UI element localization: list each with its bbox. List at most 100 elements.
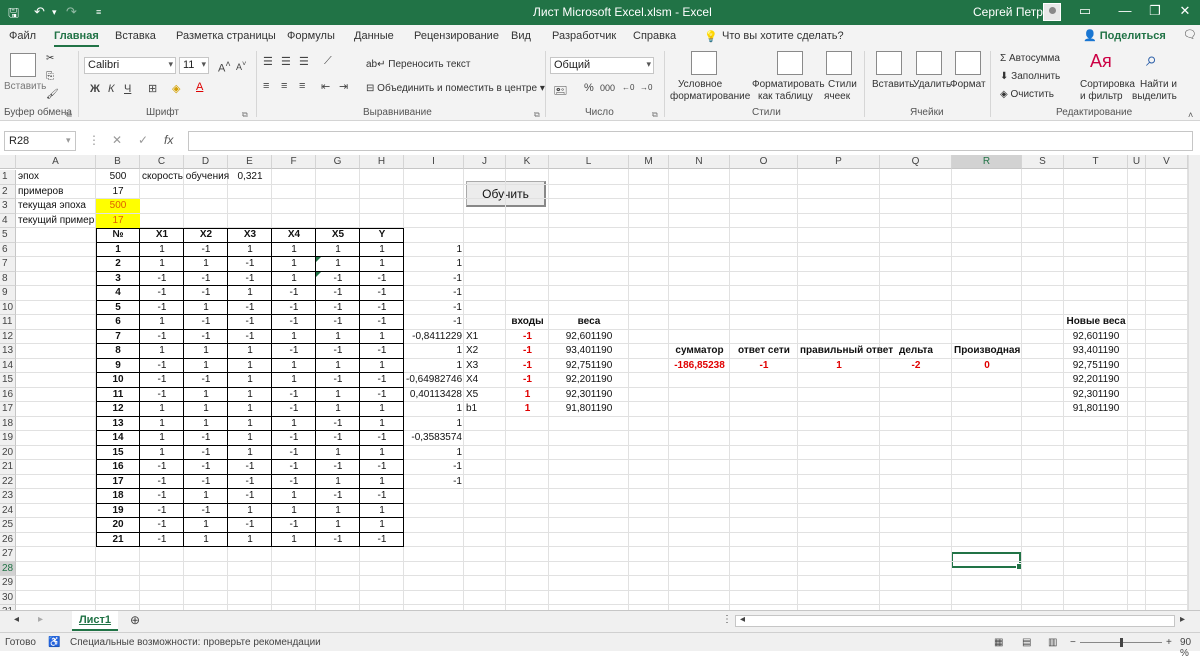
row-header-30[interactable]: 30 <box>0 590 16 605</box>
row-header-1[interactable]: 1 <box>0 170 16 185</box>
format-painter-icon[interactable]: 🖌 <box>46 89 59 100</box>
table-cell[interactable]: 1 <box>230 417 270 431</box>
column-header-j[interactable]: J <box>464 155 506 169</box>
table-cell[interactable]: 1 <box>362 402 402 416</box>
row-header-7[interactable]: 7 <box>0 257 16 272</box>
row-header-29[interactable]: 29 <box>0 576 16 591</box>
undo-dropdown-icon[interactable]: ▾ <box>52 7 57 18</box>
tab-data[interactable]: Данные <box>354 30 394 42</box>
table-cell[interactable]: 1 <box>362 330 402 344</box>
paste-icon[interactable] <box>10 53 36 77</box>
table-cell[interactable]: 1 <box>230 402 270 416</box>
table-cell[interactable]: -1 <box>230 330 270 344</box>
fill-button[interactable]: ⬇ Заполнить <box>1000 71 1060 82</box>
table-cell[interactable]: -1 <box>362 460 402 474</box>
redo-icon[interactable]: ↷ <box>66 4 77 20</box>
accessibility-icon[interactable]: ♿ <box>48 637 60 648</box>
table-cell[interactable]: 1 <box>230 431 270 445</box>
table-cell[interactable]: 1 <box>274 272 314 286</box>
column-header-n[interactable]: N <box>669 155 730 169</box>
col-i-value[interactable]: -1 <box>406 315 462 329</box>
row-header-27[interactable]: 27 <box>0 547 16 562</box>
new-weight-value[interactable]: 91,801190 <box>1066 402 1126 416</box>
table-cell[interactable]: 1 <box>274 373 314 387</box>
page-layout-view-icon[interactable]: ▤ <box>1022 637 1031 648</box>
col-i-value[interactable]: 1 <box>406 446 462 460</box>
table-cell[interactable]: -1 <box>230 518 270 532</box>
increase-font-icon[interactable]: A˄ <box>218 59 231 75</box>
table-cell[interactable]: 1 <box>274 243 314 257</box>
accessibility-status[interactable]: Специальные возможности: проверьте реком… <box>70 637 321 648</box>
delta-value[interactable]: -2 <box>882 359 950 373</box>
close-icon[interactable]: ✕ <box>1170 3 1200 19</box>
table-cell[interactable]: -1 <box>318 431 358 445</box>
copy-icon[interactable]: ⎘ <box>46 71 54 82</box>
row-header-20[interactable]: 20 <box>0 445 16 460</box>
table-cell[interactable]: 1 <box>318 257 358 271</box>
table-cell[interactable]: 15 <box>98 446 138 460</box>
table-cell[interactable]: 1 <box>318 359 358 373</box>
table-cell[interactable]: 1 <box>318 518 358 532</box>
table-cell[interactable]: -1 <box>142 272 182 286</box>
delete-cells-button[interactable]: Удалить <box>913 79 951 90</box>
new-weight-value[interactable]: 92,201190 <box>1066 373 1126 387</box>
conditional-format-label-1[interactable]: Условное <box>678 79 722 90</box>
save-icon[interactable]: 🖫 <box>8 4 19 26</box>
font-name-select[interactable]: Calibri <box>84 57 176 74</box>
column-header-g[interactable]: G <box>316 155 360 169</box>
table-cell[interactable]: 1 <box>274 533 314 547</box>
table-cell[interactable]: 21 <box>98 533 138 547</box>
col-i-value[interactable]: -0,8411229 <box>406 330 462 344</box>
column-header-q[interactable]: Q <box>880 155 952 169</box>
row-header-21[interactable]: 21 <box>0 460 16 475</box>
table-cell[interactable]: -1 <box>362 344 402 358</box>
table-cell[interactable]: -1 <box>186 431 226 445</box>
summator-value[interactable]: -186,85238 <box>671 359 728 373</box>
col-i-value[interactable]: 1 <box>406 417 462 431</box>
row-header-10[interactable]: 10 <box>0 300 16 315</box>
table-cell[interactable]: 1 <box>230 388 270 402</box>
format-as-table-icon[interactable] <box>777 51 803 75</box>
cell-styles-icon[interactable] <box>826 51 852 75</box>
weight-value[interactable]: 91,801190 <box>551 402 627 416</box>
table-cell[interactable]: -1 <box>274 286 314 300</box>
table-cell[interactable]: 19 <box>98 504 138 518</box>
cut-icon[interactable]: ✂ <box>46 53 54 64</box>
table-cell[interactable]: -1 <box>186 272 226 286</box>
new-weight-value[interactable]: 92,301190 <box>1066 388 1126 402</box>
weight-value[interactable]: 92,751190 <box>551 359 627 373</box>
row-header-9[interactable]: 9 <box>0 286 16 301</box>
table-cell[interactable]: -1 <box>318 344 358 358</box>
format-table-label-1[interactable]: Форматировать <box>752 79 825 90</box>
table-cell[interactable]: -1 <box>142 301 182 315</box>
table-cell[interactable]: 1 <box>186 359 226 373</box>
table-cell[interactable]: 1 <box>318 388 358 402</box>
table-cell[interactable]: -1 <box>186 504 226 518</box>
row-header-17[interactable]: 17 <box>0 402 16 417</box>
fill-color-icon[interactable]: ◈ <box>172 82 180 95</box>
train-button[interactable]: Обучить <box>466 181 546 207</box>
row-header-6[interactable]: 6 <box>0 242 16 257</box>
new-weight-value[interactable]: 92,601190 <box>1066 330 1126 344</box>
row-header-26[interactable]: 26 <box>0 532 16 547</box>
bold-button[interactable]: Ж <box>90 83 100 95</box>
table-cell[interactable]: -1 <box>362 315 402 329</box>
column-header-c[interactable]: C <box>140 155 184 169</box>
table-cell[interactable]: 1 <box>186 489 226 503</box>
table-cell[interactable]: 14 <box>98 431 138 445</box>
table-cell[interactable]: 1 <box>186 417 226 431</box>
select-all-corner[interactable] <box>0 155 16 169</box>
table-cell[interactable]: -1 <box>230 272 270 286</box>
table-cell[interactable]: 1 <box>274 504 314 518</box>
table-cell[interactable]: -1 <box>142 518 182 532</box>
table-cell[interactable]: 1 <box>186 388 226 402</box>
customize-toolbar-icon[interactable]: ≡ <box>96 7 101 17</box>
table-cell[interactable]: 18 <box>98 489 138 503</box>
clear-button[interactable]: ◈ Очистить <box>1000 89 1054 100</box>
italic-button[interactable]: К <box>108 83 114 95</box>
percent-button[interactable]: % <box>584 82 594 94</box>
table-cell[interactable]: 1 <box>142 417 182 431</box>
col-i-value[interactable]: 0,40113428 <box>406 388 462 402</box>
namebox-dropdown-icon[interactable]: ▾ <box>66 135 71 146</box>
normal-view-icon[interactable]: ▦ <box>994 637 1003 648</box>
